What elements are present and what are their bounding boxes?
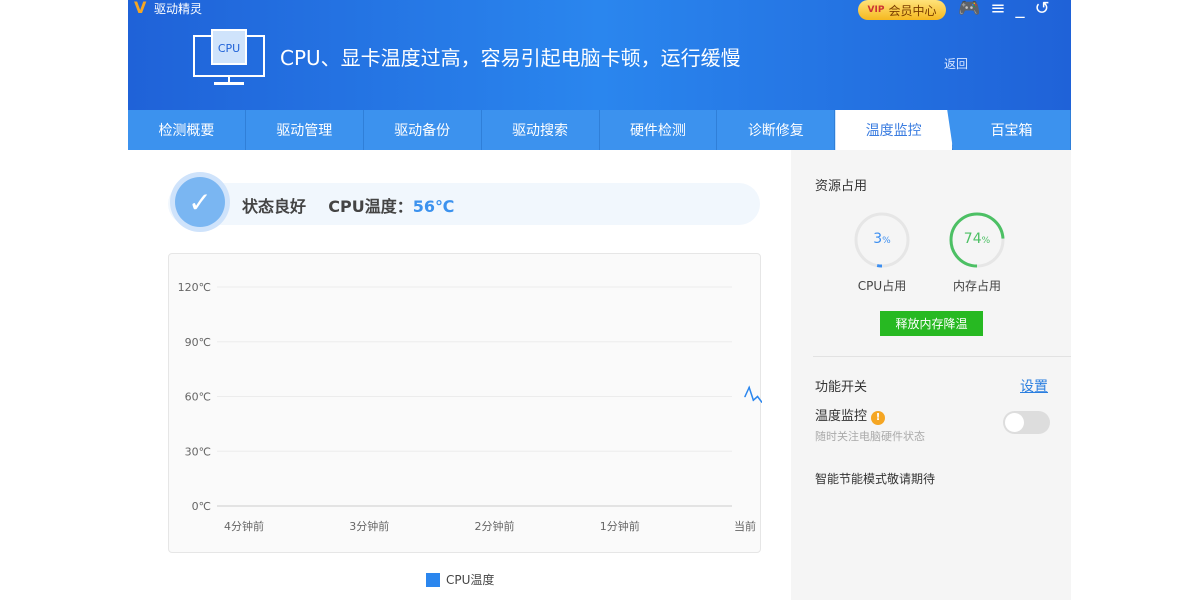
temp-monitor-label: 温度监控 bbox=[815, 409, 868, 424]
y-tick-label: 120℃ bbox=[178, 281, 211, 294]
legend-label: CPU温度 bbox=[446, 573, 495, 587]
temp-chart: 0℃ 30℃ 60℃ 90℃ 120℃ 4分钟前 3分钟前 2分钟前 1分钟前 当前 bbox=[168, 253, 767, 553]
cpu-temp-line bbox=[744, 385, 767, 405]
menu-icon[interactable]: ≡ bbox=[990, 0, 1005, 19]
cpu-chip-label: CPU bbox=[218, 42, 240, 55]
x-tick-label: 当前 bbox=[734, 519, 756, 533]
tab-driver-backup[interactable]: 驱动备份 bbox=[364, 110, 482, 150]
vip-label: 会员中心 bbox=[888, 3, 937, 18]
cpu-usage-label: CPU占用 bbox=[857, 279, 907, 293]
temp-monitor-toggle[interactable] bbox=[1003, 411, 1050, 434]
status-text: 状态良好 CPU温度：56℃ bbox=[242, 193, 454, 217]
temp-panel: ✓ 状态良好 CPU温度：56℃ 0℃ 30℃ 60℃ 90℃ 120℃ 4分钟前 3分钟前… bbox=[128, 150, 791, 600]
data-point bbox=[748, 386, 750, 389]
memory-usage-unit: % bbox=[981, 236, 991, 246]
tab-toolbox[interactable]: 百宝箱 bbox=[953, 110, 1071, 150]
cpu-temp-label: CPU温度： bbox=[328, 197, 413, 216]
data-point bbox=[752, 399, 755, 401]
legend-swatch bbox=[426, 572, 440, 587]
features-title: 功能开关 bbox=[815, 380, 868, 395]
cpu-usage-unit: % bbox=[882, 236, 891, 246]
cpu-usage-number: 3 bbox=[873, 231, 883, 247]
settings-link[interactable]: 设置 bbox=[1020, 376, 1048, 396]
minimize-icon[interactable]: _ bbox=[1016, 0, 1025, 19]
y-tick-label: 90℃ bbox=[185, 336, 211, 349]
logo-icon: V bbox=[134, 0, 147, 17]
temp-monitor-desc: 随时关注电脑硬件状态 bbox=[815, 430, 925, 443]
y-tick-label: 0℃ bbox=[192, 500, 211, 513]
nav-tabs: 检测概要 驱动管理 驱动备份 驱动搜索 硬件检测 诊断修复 温度监控 百宝箱 bbox=[128, 110, 1071, 150]
back-link[interactable]: 返回 bbox=[944, 55, 968, 72]
chart-svg: 0℃ 30℃ 60℃ 90℃ 120℃ 4分钟前 3分钟前 2分钟前 1分钟前 当前 bbox=[178, 281, 767, 533]
data-point bbox=[744, 395, 746, 398]
check-badge: ✓ bbox=[170, 172, 230, 232]
header: V 驱动精灵 VIP 会员中心 🎮 ≡ _ ↺ CPU CPU、显卡温度过高，容易引… bbox=[128, 0, 1071, 110]
x-tick-label: 2分钟前 bbox=[475, 519, 515, 533]
smart-mode-text: 智能节能模式敬请期待 bbox=[815, 472, 936, 486]
release-memory-button[interactable]: 释放内存降温 bbox=[880, 311, 983, 336]
memory-usage-value: 74% bbox=[937, 231, 1017, 247]
game-icon[interactable]: 🎮 bbox=[958, 0, 980, 19]
headline: CPU、显卡温度过高，容易引起电脑卡顿，运行缓慢 bbox=[280, 46, 741, 70]
close-back-icon[interactable]: ↺ bbox=[1035, 0, 1050, 19]
check-icon: ✓ bbox=[175, 177, 225, 227]
y-tick-label: 60℃ bbox=[185, 391, 211, 404]
tab-driver-search[interactable]: 驱动搜索 bbox=[482, 110, 600, 150]
memory-usage-number: 74 bbox=[963, 231, 982, 247]
toggle-knob bbox=[1005, 413, 1024, 432]
x-tick-label: 3分钟前 bbox=[349, 519, 389, 533]
tab-overview[interactable]: 检测概要 bbox=[128, 110, 246, 150]
tab-driver-manage[interactable]: 驱动管理 bbox=[246, 110, 364, 150]
vip-center-button[interactable]: VIP 会员中心 bbox=[858, 0, 946, 20]
tab-hardware[interactable]: 硬件检测 bbox=[600, 110, 718, 150]
cpu-temp-value: 56℃ bbox=[412, 197, 455, 216]
x-tick-label: 4分钟前 bbox=[224, 519, 264, 533]
temp-monitor-feature: 温度监控! bbox=[815, 405, 886, 425]
chart-legend: CPU温度 bbox=[426, 571, 494, 588]
memory-usage-label: 内存占用 bbox=[952, 279, 1001, 293]
x-tick-label: 1分钟前 bbox=[600, 519, 640, 533]
status-state: 状态良好 bbox=[242, 197, 307, 216]
app-logo: V 驱动精灵 bbox=[134, 0, 202, 17]
cpu-usage-value: 3% bbox=[842, 231, 922, 247]
tab-diagnose[interactable]: 诊断修复 bbox=[717, 110, 836, 150]
y-tick-label: 30℃ bbox=[185, 445, 211, 458]
data-point bbox=[756, 395, 759, 398]
app-window: V 驱动精灵 VIP 会员中心 🎮 ≡ _ ↺ CPU CPU、显卡温度过高，容易引… bbox=[128, 0, 1071, 600]
app-name: 驱动精灵 bbox=[154, 2, 203, 16]
resources-title: 资源占用 bbox=[815, 179, 868, 194]
cpu-monitor-icon: CPU bbox=[193, 29, 265, 85]
tab-temp-monitor[interactable]: 温度监控 bbox=[835, 110, 954, 150]
side-panel: 资源占用 3% CPU占用 74% 内存占用 释放内存降温 功能开关 设置 温度… bbox=[791, 150, 1071, 600]
warning-icon: ! bbox=[871, 411, 886, 425]
divider bbox=[813, 356, 1071, 357]
vip-badge: VIP bbox=[867, 5, 885, 15]
